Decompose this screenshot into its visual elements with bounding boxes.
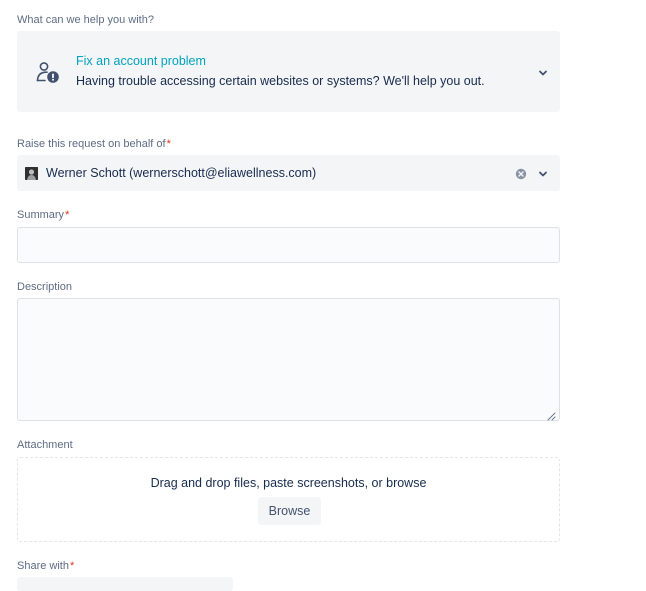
required-marker: * xyxy=(69,560,75,572)
share-with-select[interactable] xyxy=(17,577,233,591)
request-type-select[interactable]: Fix an account problem Having trouble ac… xyxy=(17,31,560,112)
request-type-title: Fix an account problem xyxy=(76,54,206,68)
on-behalf-value: Werner Schott (wernerschott@eliawellness… xyxy=(46,166,317,180)
on-behalf-select[interactable]: Werner Schott (wernerschott@eliawellness… xyxy=(17,155,560,191)
attachment-dropzone[interactable]: Drag and drop files, paste screenshots, … xyxy=(17,457,560,542)
share-with-label: Share with* xyxy=(17,560,75,572)
attachment-label: Attachment xyxy=(17,439,73,451)
avatar xyxy=(25,167,38,180)
on-behalf-label: Raise this request on behalf of* xyxy=(17,138,171,150)
required-marker: * xyxy=(166,138,171,150)
request-type-label: What can we help you with? xyxy=(17,14,154,26)
required-marker: * xyxy=(65,209,70,221)
description-label: Description xyxy=(17,281,73,293)
summary-label: Summary* xyxy=(17,209,70,221)
dropzone-hint: Drag and drop files, paste screenshots, … xyxy=(150,476,427,490)
summary-input[interactable] xyxy=(17,227,560,263)
request-type-description: Having trouble accessing certain website… xyxy=(76,74,485,88)
clear-icon[interactable] xyxy=(515,167,527,180)
description-textarea[interactable] xyxy=(17,298,560,421)
resize-handle-icon[interactable] xyxy=(547,408,556,421)
chevron-down-icon[interactable] xyxy=(537,167,549,179)
browse-button[interactable]: Browse xyxy=(258,497,321,525)
person-alert-icon xyxy=(35,59,61,85)
chevron-down-icon[interactable] xyxy=(537,66,549,78)
